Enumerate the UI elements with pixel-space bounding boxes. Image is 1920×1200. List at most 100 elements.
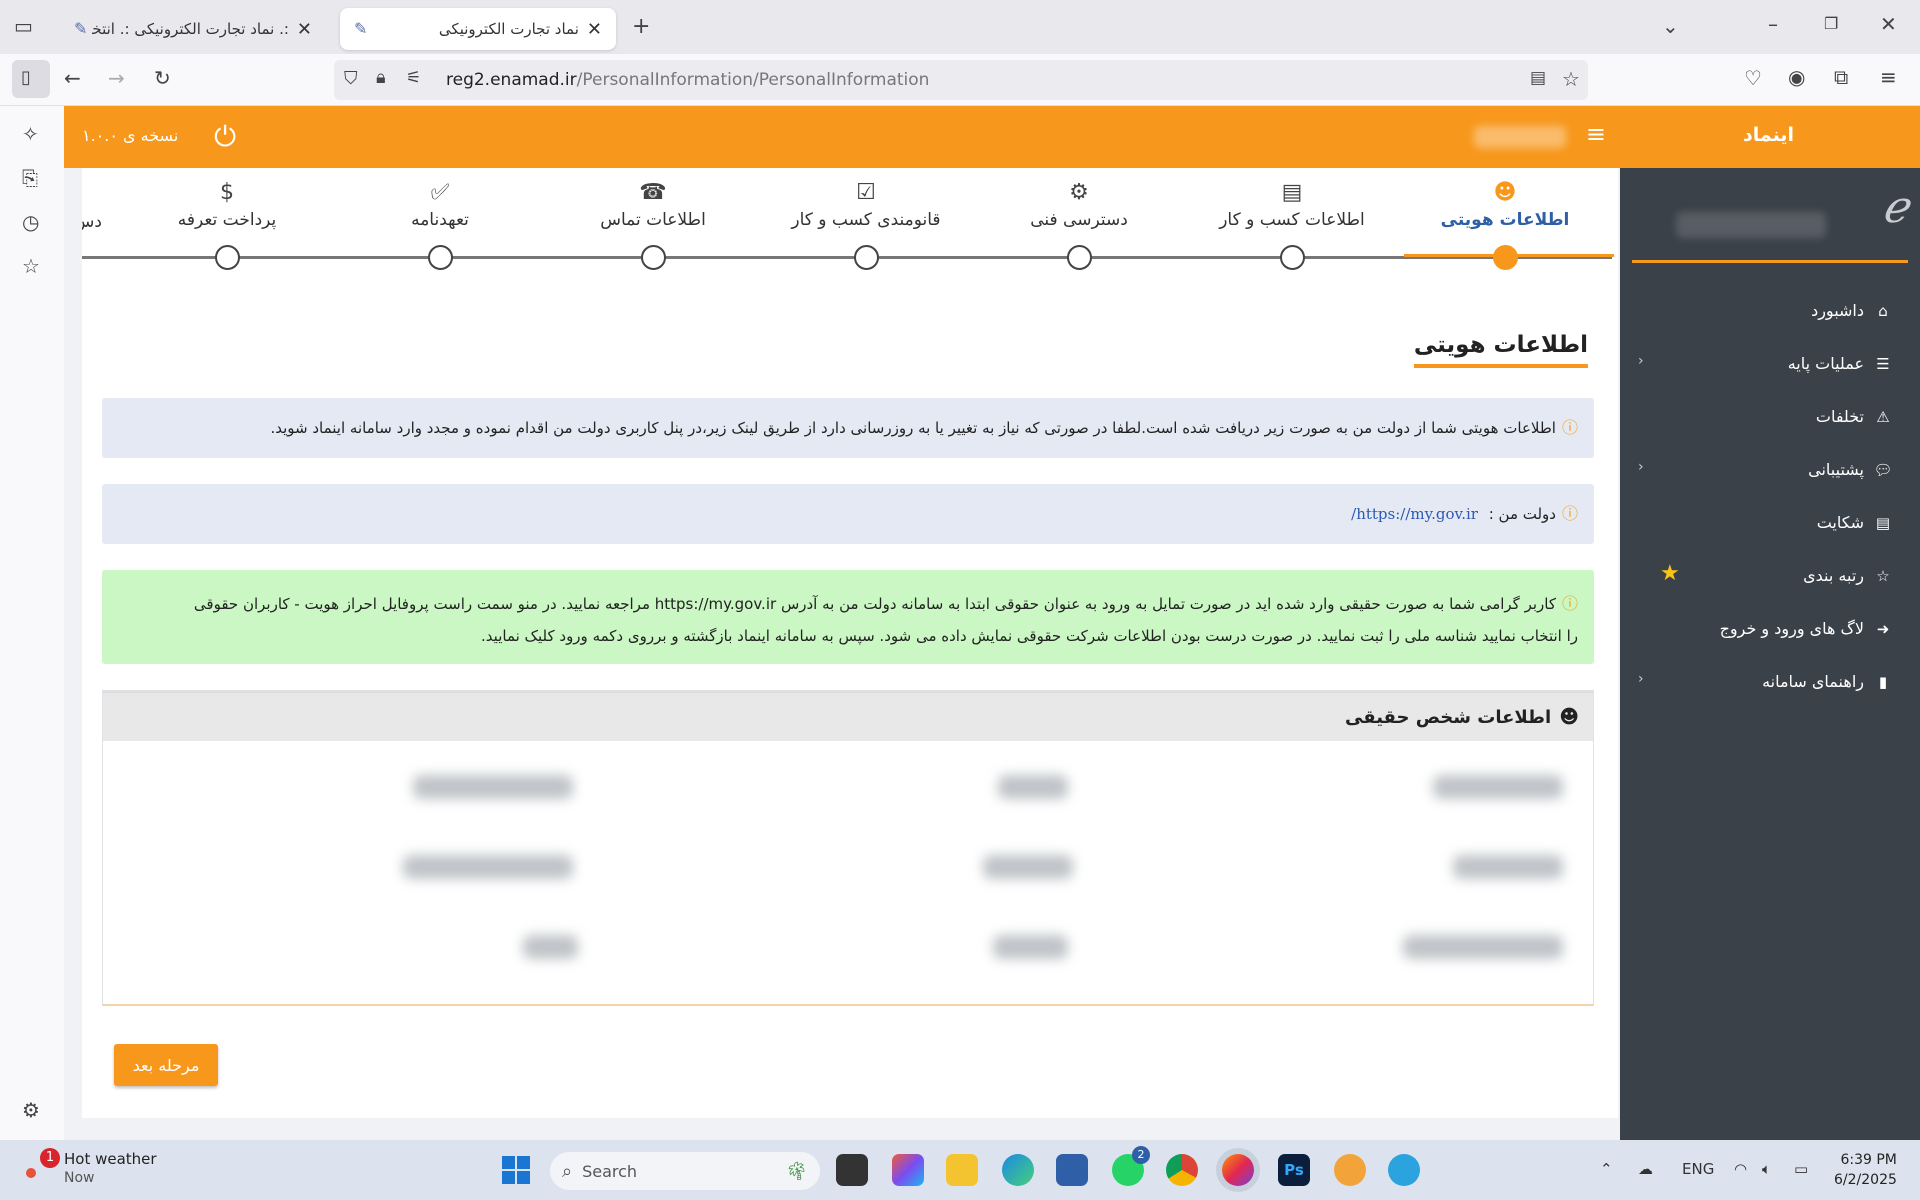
sidebar-item-basic-operations[interactable]: ☰ عملیات پایه ‹ [1620, 337, 1920, 390]
tab-overview-icon[interactable]: ▭ [14, 16, 33, 36]
bookmark-star-icon[interactable]: ☆ [1562, 69, 1580, 89]
sidebar-item-dashboard[interactable]: ⌂ داشبورد [1620, 284, 1920, 337]
step-dot [854, 245, 879, 270]
brand-title[interactable]: اینماد [1743, 124, 1794, 146]
extensions-icon[interactable]: ⧉ [1834, 67, 1848, 87]
power-logout-icon[interactable]: ⏻ [214, 120, 236, 154]
lock-icon[interactable]: 🔒︎ [376, 69, 386, 87]
sidebar-item-complaint[interactable]: ▤ شکایت [1620, 496, 1920, 549]
sidebar-item-label: رتبه بندی [1803, 566, 1864, 585]
step-dot [641, 245, 666, 270]
step-dot [215, 245, 240, 270]
tab-list-chevron-icon[interactable]: ⌄ [1662, 16, 1679, 36]
file-text-icon: ▤ [1281, 180, 1303, 205]
system-clock[interactable]: 6:39 PM 6/2/2025 [1834, 1150, 1897, 1190]
step-business-info[interactable]: ▤ اطلاعات کسب و کار [1202, 180, 1382, 270]
file-explorer-icon[interactable] [946, 1154, 978, 1186]
permissions-icon[interactable]: ⚟ [406, 70, 421, 87]
telegram-icon[interactable] [1388, 1154, 1420, 1186]
weather-subtitle: Now [64, 1170, 95, 1186]
language-indicator[interactable]: ENG [1682, 1160, 1714, 1178]
close-tab-icon[interactable]: ✕ [297, 19, 312, 40]
success-alert-legal-login: ⓘ کاربر گرامی شما به صورت حقیقی وارد شده … [102, 570, 1594, 664]
microsoft-store-icon[interactable] [1056, 1154, 1088, 1186]
url-bar[interactable]: ⛉ 🔒︎ ⚟ reg2.enamad.ir/PersonalInformatio… [334, 60, 1588, 100]
sidebar-item-login-logs[interactable]: ➜ لاگ های ورود و خروج [1620, 602, 1920, 655]
browser-sidebar: ✧ ⎘ ◷ ☆ ⚙ [0, 106, 64, 1140]
app-menu-icon[interactable]: ≡ [1880, 67, 1897, 87]
sidebar-item-support[interactable]: 💬︎ پشتیبانی ‹ [1620, 443, 1920, 496]
enamad-favicon-icon: ✎ [354, 19, 368, 38]
check-square-icon: ☑ [856, 180, 876, 205]
back-arrow-icon[interactable]: ← [64, 68, 81, 88]
sidebar-toggle-icon[interactable]: ▯ [12, 60, 50, 98]
whatsapp-icon[interactable]: 2 [1112, 1146, 1150, 1186]
step-commitment[interactable]: ✅︎ تعهدنامه [350, 180, 530, 270]
next-step-button[interactable]: مرحله بعد [114, 1044, 218, 1086]
browser-tab-active[interactable]: ✎ نماد تجارت الکترونیکی ✕ [340, 8, 616, 50]
minimize-icon[interactable]: – [1768, 14, 1778, 34]
checklist-icon: ✅︎ [430, 180, 450, 205]
reload-icon[interactable]: ↻ [154, 68, 171, 88]
step-technical-access[interactable]: ⚙ دسترسی فنی [989, 180, 1169, 270]
restore-icon[interactable]: ❐ [1824, 16, 1838, 32]
step-truncated[interactable]: دس [82, 210, 102, 232]
enamad-favicon-icon: ✎ [74, 19, 88, 38]
sidebar-item-violations[interactable]: ⚠ تخلفات [1620, 390, 1920, 443]
battery-icon[interactable]: ▭ [1794, 1160, 1808, 1178]
app-icon[interactable] [1334, 1154, 1366, 1186]
step-label: اطلاعات کسب و کار [1219, 210, 1365, 230]
edge-browser-icon[interactable] [1002, 1154, 1034, 1186]
step-payment[interactable]: $ پرداخت تعرفه [137, 180, 317, 270]
step-identity[interactable]: ☻ اطلاعات هویتی [1415, 180, 1595, 270]
wifi-icon[interactable]: ◠ [1734, 1160, 1747, 1178]
tray-chevron-icon[interactable]: ⌃ [1600, 1160, 1613, 1178]
step-contact-info[interactable]: ☎ اطلاعات تماس [563, 180, 743, 270]
forward-arrow-icon[interactable]: → [108, 68, 125, 88]
chrome-icon[interactable] [1166, 1154, 1198, 1186]
account-icon[interactable]: ◉ [1788, 67, 1805, 87]
info-alert-link: ⓘ دولت من : https://my.gov.ir/ [102, 484, 1594, 544]
synced-tabs-icon[interactable]: ⎘ [22, 168, 38, 188]
weather-widget[interactable]: Hot weather Now [64, 1150, 157, 1186]
taskbar-search[interactable]: ⌕ Search 🌴︎ [550, 1152, 820, 1190]
ai-sparkle-icon[interactable]: ✧ [22, 124, 39, 144]
phone-icon: ☎ [639, 180, 667, 205]
warning-icon: ⚠ [1876, 407, 1890, 426]
copilot-icon[interactable] [892, 1154, 924, 1186]
task-view-icon[interactable] [836, 1154, 868, 1186]
weather-icon[interactable]: 1 [26, 1148, 60, 1184]
mygov-link[interactable]: https://my.gov.ir/ [1351, 505, 1478, 523]
firefox-icon[interactable] [1222, 1154, 1254, 1186]
settings-gear-icon[interactable]: ⚙ [22, 1100, 40, 1120]
info-circle-icon: ⓘ [1561, 594, 1578, 613]
sidebar-item-system-guide[interactable]: ▮ راهنمای سامانه ‹ [1620, 655, 1920, 708]
close-tab-icon[interactable]: ✕ [587, 19, 602, 40]
weather-badge: 1 [40, 1148, 60, 1168]
bookmarks-icon[interactable]: ☆ [22, 256, 40, 276]
step-business-legality[interactable]: ☑ قانومندی کسب و کار [776, 180, 956, 270]
cloud-icon[interactable]: ☁ [1638, 1160, 1653, 1178]
sidebar-item-label: داشبورد [1811, 301, 1864, 320]
new-tab-icon[interactable]: + [632, 16, 650, 38]
pocket-icon[interactable]: ♡ [1744, 68, 1762, 88]
browser-tab-inactive[interactable]: ✎ :. نماد تجارت الکترونیکی :. انتخاب ✕ [60, 8, 326, 50]
alert-text: اطلاعات هویتی شما از دولت من به صورت زیر… [270, 419, 1556, 437]
step-label: تعهدنامه [411, 210, 469, 230]
history-icon[interactable]: ◷ [22, 212, 39, 232]
reader-view-icon[interactable]: ▤ [1530, 70, 1546, 87]
close-window-icon[interactable]: ✕ [1880, 14, 1897, 34]
alert-label: دولت من : [1488, 505, 1556, 523]
weather-title: Hot weather [64, 1150, 157, 1168]
url-text[interactable]: reg2.enamad.ir/PersonalInformation/Perso… [446, 70, 929, 90]
sidebar-item-label: پشتیبانی [1808, 460, 1864, 479]
volume-icon[interactable]: 🔈︎ [1762, 1160, 1771, 1178]
windows-start-icon[interactable] [500, 1154, 532, 1186]
version-label: نسخه ی ۱.۰.۰ [82, 126, 179, 145]
shield-icon[interactable]: ⛉ [344, 70, 358, 88]
step-dot [428, 245, 453, 270]
hamburger-menu-icon[interactable]: ≡ [1586, 120, 1606, 148]
sidebar-item-rating[interactable]: ☆ رتبه بندی ★ [1620, 549, 1920, 602]
windows-taskbar: 1 Hot weather Now ⌕ Search 🌴︎ 2 Ps ⌃ ☁ E… [0, 1140, 1920, 1200]
photoshop-icon[interactable]: Ps [1278, 1154, 1310, 1186]
